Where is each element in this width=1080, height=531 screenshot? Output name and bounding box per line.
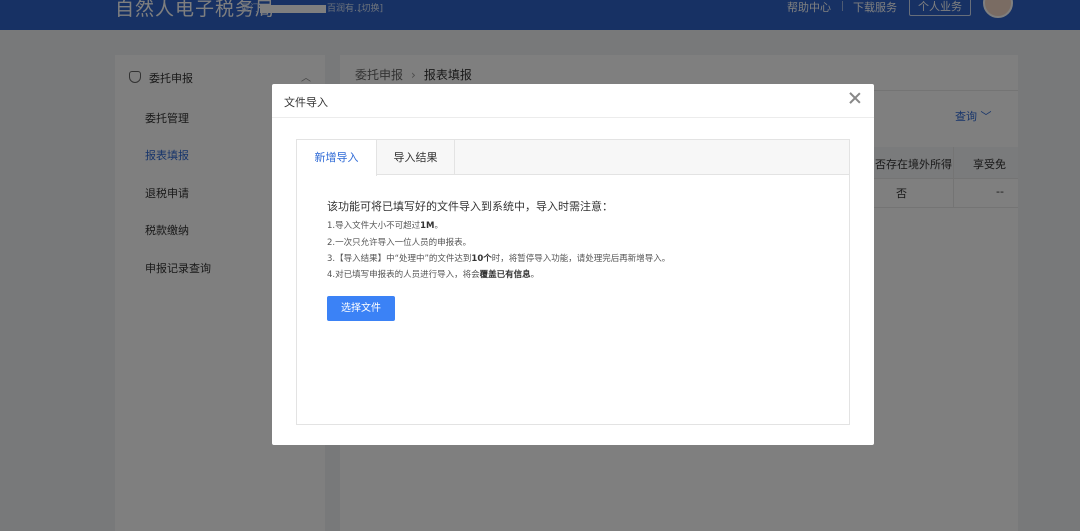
choose-file-button[interactable]: 选择文件 xyxy=(327,296,395,321)
import-panel: 新增导入 导入结果 该功能可将已填写好的文件导入到系统中，导入时需注意： 1.导… xyxy=(296,139,850,425)
note-emphasis: 1M xyxy=(420,221,435,231)
note-text: 3.【导入结果】中“处理中”的文件达到 xyxy=(327,254,472,264)
note-text: 。 xyxy=(530,270,540,280)
note-text: 4.对已填写申报表的人员进行导入，将会 xyxy=(327,270,480,280)
note-text: 2.一次只允许导入一位人员的申报表。 xyxy=(327,238,472,248)
note-text: 时，将暂停导入功能，请处理完后再新增导入。 xyxy=(491,254,671,264)
tab-new-import[interactable]: 新增导入 xyxy=(297,140,377,176)
note-text: 。 xyxy=(434,221,444,231)
close-icon[interactable] xyxy=(848,91,862,105)
file-import-dialog: 文件导入 新增导入 导入结果 该功能可将已填写好的文件导入到系统中，导入时需注意… xyxy=(272,84,874,445)
dialog-title: 文件导入 xyxy=(284,96,328,109)
note-item: 4.对已填写申报表的人员进行导入，将会覆盖已有信息。 xyxy=(327,268,539,280)
note-emphasis: 覆盖已有信息 xyxy=(479,270,531,280)
tab-bar: 新增导入 导入结果 xyxy=(297,140,849,176)
note-emphasis: 10个 xyxy=(471,254,492,264)
note-item: 1.导入文件大小不可超过1M。 xyxy=(327,219,443,231)
note-item: 2.一次只允许导入一位人员的申报表。 xyxy=(327,236,471,248)
import-instructions: 该功能可将已填写好的文件导入到系统中，导入时需注意： xyxy=(327,200,613,213)
note-item: 3.【导入结果】中“处理中”的文件达到10个时，将暂停导入功能，请处理完后再新增… xyxy=(327,252,670,264)
note-text: 1.导入文件大小不可超过 xyxy=(327,221,421,231)
tab-import-results[interactable]: 导入结果 xyxy=(377,140,455,175)
divider xyxy=(272,117,874,118)
